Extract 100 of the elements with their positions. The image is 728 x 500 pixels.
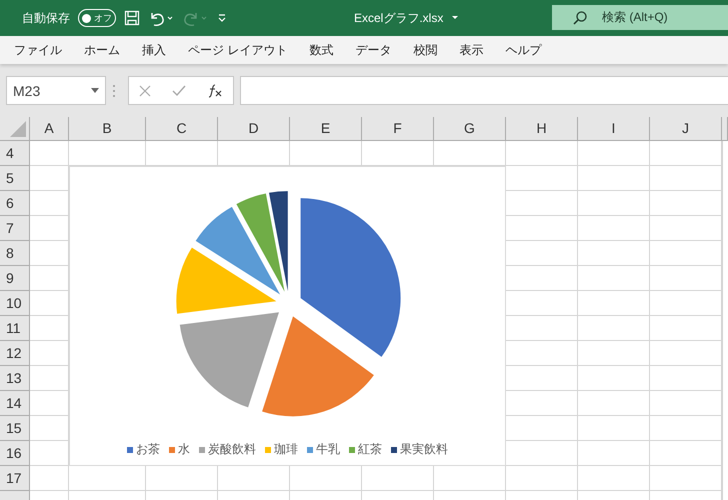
grid-cell[interactable] bbox=[578, 291, 650, 316]
grid-cell[interactable] bbox=[650, 466, 722, 491]
column-header[interactable]: B bbox=[69, 117, 146, 140]
pie-slice[interactable] bbox=[196, 206, 280, 294]
grid-cell[interactable] bbox=[578, 466, 650, 491]
grid-cell[interactable] bbox=[578, 241, 650, 266]
grid-cell[interactable] bbox=[650, 241, 722, 266]
grid-cell[interactable] bbox=[578, 391, 650, 416]
row-header[interactable]: 10 bbox=[0, 291, 30, 316]
grid-cell[interactable] bbox=[650, 316, 722, 341]
row-header[interactable]: 14 bbox=[0, 391, 30, 416]
row-header[interactable]: 11 bbox=[0, 316, 30, 341]
grid-cell[interactable] bbox=[722, 166, 723, 191]
column-header[interactable]: D bbox=[218, 117, 290, 140]
grid-cell[interactable] bbox=[722, 341, 723, 366]
grid-cell[interactable] bbox=[650, 366, 722, 391]
select-all-icon[interactable] bbox=[9, 120, 27, 138]
column-header[interactable]: J bbox=[650, 117, 722, 140]
grid-cell[interactable] bbox=[578, 191, 650, 216]
grid-cell[interactable] bbox=[650, 141, 722, 166]
column-header[interactable]: C bbox=[146, 117, 218, 140]
grid-cell[interactable] bbox=[578, 166, 650, 191]
cancel-icon[interactable] bbox=[139, 84, 152, 96]
grid-cell[interactable] bbox=[722, 466, 723, 491]
row-header[interactable]: 4 bbox=[0, 141, 30, 166]
caret-icon[interactable] bbox=[451, 15, 460, 21]
grid-cell[interactable] bbox=[578, 316, 650, 341]
grid-cell[interactable] bbox=[650, 191, 722, 216]
dropdown-caret-icon bbox=[91, 88, 99, 93]
function-icon[interactable] bbox=[206, 84, 223, 98]
grid-cell[interactable] bbox=[722, 441, 723, 466]
customize-caret-icon[interactable] bbox=[216, 12, 228, 24]
row-header[interactable]: 15 bbox=[0, 416, 30, 441]
ribbon-tab[interactable]: ヘルプ bbox=[497, 42, 550, 58]
grid-cell[interactable] bbox=[650, 166, 722, 191]
grid-cell[interactable] bbox=[578, 416, 650, 441]
grid-cell[interactable] bbox=[722, 241, 723, 266]
grid-cell[interactable] bbox=[722, 141, 723, 166]
grid-cell[interactable] bbox=[578, 141, 650, 166]
formula-field[interactable] bbox=[240, 76, 728, 105]
ribbon-tab[interactable]: 挿入 bbox=[134, 42, 174, 58]
grid-cell[interactable] bbox=[722, 391, 723, 416]
ribbon-tab[interactable]: ページ レイアウト bbox=[180, 42, 296, 58]
search-field[interactable]: 検索 (Alt+Q) bbox=[552, 5, 728, 30]
ribbon-tab[interactable]: 校閲 bbox=[405, 42, 446, 58]
ribbon-tab[interactable]: 数式 bbox=[301, 42, 342, 58]
pie-slice[interactable] bbox=[262, 316, 374, 416]
legend-label: 果実飲料 bbox=[400, 441, 448, 458]
ribbon-tab[interactable]: ファイル bbox=[6, 42, 70, 58]
pie-slice[interactable] bbox=[269, 191, 288, 292]
row-header[interactable]: 9 bbox=[0, 266, 30, 291]
row-header[interactable]: 5 bbox=[0, 166, 30, 191]
column-header[interactable]: G bbox=[434, 117, 506, 140]
row-header[interactable]: 8 bbox=[0, 241, 30, 266]
grid-cell[interactable] bbox=[722, 216, 723, 241]
column-header[interactable]: A bbox=[30, 117, 69, 140]
grid-cell[interactable] bbox=[30, 141, 69, 166]
row-header[interactable]: 6 bbox=[0, 191, 30, 216]
autosave-toggle[interactable]: オフ bbox=[78, 9, 116, 27]
grid-cell[interactable] bbox=[578, 366, 650, 391]
grid-cell[interactable] bbox=[650, 441, 722, 466]
grid-cell[interactable] bbox=[578, 216, 650, 241]
grid-cell[interactable] bbox=[650, 291, 722, 316]
grid-cell[interactable] bbox=[506, 141, 578, 166]
column-header[interactable]: F bbox=[362, 117, 434, 140]
grid-cell[interactable] bbox=[650, 216, 722, 241]
grid-cell[interactable] bbox=[650, 391, 722, 416]
grid-cell[interactable] bbox=[722, 416, 723, 441]
column-header[interactable]: H bbox=[506, 117, 578, 140]
row-header[interactable]: 17 bbox=[0, 466, 30, 491]
pie-slice[interactable] bbox=[236, 194, 285, 292]
pie-slice[interactable] bbox=[300, 198, 401, 357]
grid-cell[interactable] bbox=[578, 341, 650, 366]
grid-cell[interactable] bbox=[506, 466, 578, 491]
legend-label: 珈琲 bbox=[274, 441, 298, 458]
row-header[interactable]: 7 bbox=[0, 216, 30, 241]
grid-cell[interactable] bbox=[722, 316, 723, 341]
row-header[interactable]: 16 bbox=[0, 441, 30, 466]
file-name[interactable]: Excelグラフ.xlsx bbox=[354, 10, 444, 26]
grid-cell[interactable] bbox=[650, 416, 722, 441]
grid-cell[interactable] bbox=[722, 366, 723, 391]
row-header[interactable]: 13 bbox=[0, 366, 30, 391]
name-box[interactable]: M23 bbox=[6, 76, 106, 105]
ribbon-tab[interactable]: データ bbox=[347, 42, 400, 58]
column-header[interactable]: E bbox=[290, 117, 362, 140]
grid-cell[interactable] bbox=[578, 441, 650, 466]
grid-cell[interactable] bbox=[650, 266, 722, 291]
enter-icon[interactable] bbox=[172, 84, 186, 96]
grid-cell[interactable] bbox=[722, 291, 723, 316]
grid-cell[interactable] bbox=[722, 266, 723, 291]
grid-cell[interactable] bbox=[650, 341, 722, 366]
grid-cell[interactable] bbox=[30, 466, 69, 491]
row-header[interactable]: 12 bbox=[0, 341, 30, 366]
ribbon-tab[interactable]: 表示 bbox=[451, 42, 492, 58]
grid-cell[interactable] bbox=[578, 266, 650, 291]
grid-cell[interactable] bbox=[722, 191, 723, 216]
save-icon[interactable] bbox=[124, 10, 140, 26]
chart-area[interactable]: お茶 水 炭酸飲料 珈琲 牛乳 紅茶 果実飲料 bbox=[69, 166, 506, 466]
column-header[interactable]: I bbox=[578, 117, 650, 140]
ribbon-tab[interactable]: ホーム bbox=[76, 42, 128, 58]
